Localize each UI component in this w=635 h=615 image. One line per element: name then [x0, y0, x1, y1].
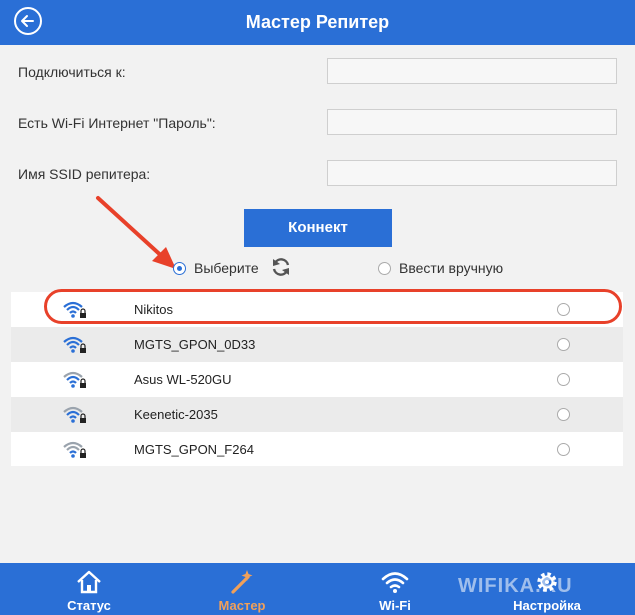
nav-wizard[interactable]: Мастер [197, 563, 287, 615]
connect-to-label: Подключиться к: [18, 64, 126, 80]
nav-status-label: Статус [67, 598, 111, 613]
network-radio[interactable] [557, 338, 570, 351]
mode-select-radio[interactable] [173, 262, 186, 275]
network-row[interactable]: Keenetic-2035 [11, 397, 623, 432]
wifi-icon [381, 572, 409, 593]
password-input[interactable] [327, 109, 617, 135]
nav-settings-label: Настройка [513, 598, 581, 613]
network-radio[interactable] [557, 408, 570, 421]
nav-wifi-label: Wi-Fi [379, 598, 411, 613]
ssid-input[interactable] [327, 160, 617, 186]
wifi-lock-icon [63, 371, 86, 388]
nav-status[interactable]: Статус [44, 563, 134, 615]
mode-manual-radio[interactable] [378, 262, 391, 275]
network-radio[interactable] [557, 443, 570, 456]
nav-wifi[interactable]: Wi-Fi [350, 563, 440, 615]
mode-select-label: Выберите [194, 260, 259, 276]
connect-button[interactable]: Коннект [244, 209, 392, 247]
wifi-lock-icon [63, 336, 86, 353]
connect-to-input[interactable] [327, 58, 617, 84]
wifi-lock-icon [63, 441, 86, 458]
network-ssid: Keenetic-2035 [134, 407, 218, 422]
wifi-lock-icon [63, 406, 86, 423]
network-ssid: MGTS_GPON_F264 [134, 442, 254, 457]
mode-manual-label: Ввести вручную [399, 260, 504, 276]
selected-network-highlight [44, 289, 622, 324]
network-ssid: MGTS_GPON_0D33 [134, 337, 256, 352]
page-title: Мастер Репитер [245, 12, 390, 32]
network-row[interactable]: MGTS_GPON_0D33 [11, 327, 623, 362]
ssid-label: Имя SSID репитера: [18, 166, 151, 182]
house-icon [77, 570, 101, 594]
refresh-icon[interactable] [270, 256, 292, 278]
nav-wizard-label: Мастер [218, 598, 266, 613]
network-row[interactable]: MGTS_GPON_F264 [11, 432, 623, 467]
network-row[interactable]: Asus WL-520GU [11, 362, 623, 397]
network-ssid: Asus WL-520GU [134, 372, 232, 387]
watermark: WIFIKA.RU [458, 575, 573, 597]
password-label: Есть Wi-Fi Интернет "Пароль": [18, 115, 216, 131]
header-bar: Мастер Репитер [0, 0, 635, 45]
wand-icon [231, 570, 253, 594]
network-radio[interactable] [557, 373, 570, 386]
